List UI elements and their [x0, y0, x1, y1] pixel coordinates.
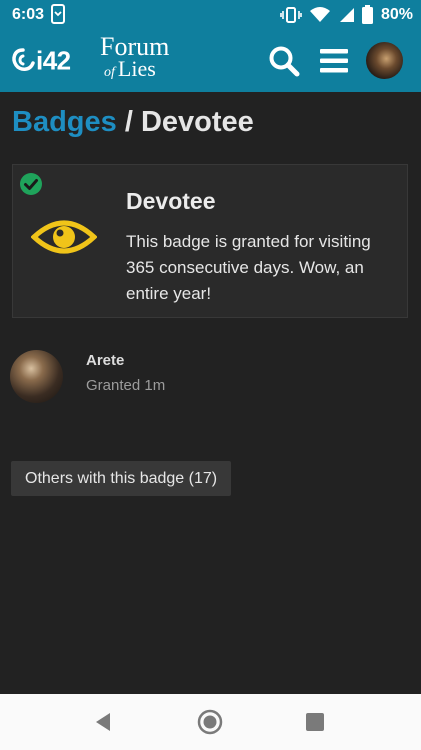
user-avatar[interactable]: [366, 42, 403, 79]
battery-percent: 80%: [380, 5, 413, 23]
screenshot-app-icon: [51, 4, 65, 24]
logo-of-text: of: [104, 65, 115, 80]
granted-username[interactable]: Arete: [86, 352, 124, 369]
battery-icon: [361, 5, 373, 24]
logo-forum-text: Forum: [100, 32, 170, 61]
home-icon[interactable]: [197, 709, 223, 735]
status-icons: 80%: [280, 5, 413, 24]
swirl-icon: [12, 48, 35, 72]
i42-logo-text: i42: [36, 45, 71, 76]
site-header: i42 Forum of Lies: [0, 30, 421, 92]
menu-icon[interactable]: [316, 43, 352, 79]
breadcrumb-separator: /: [124, 106, 133, 138]
page-title: Badges / Devotee: [12, 106, 254, 139]
logo-lies-text: Lies: [117, 56, 156, 81]
recents-icon[interactable]: [306, 713, 324, 731]
signal-icon: [339, 7, 354, 22]
wifi-icon: [309, 6, 330, 22]
badges-link[interactable]: Badges: [12, 106, 117, 138]
forum-of-lies-logo[interactable]: Forum of Lies: [100, 32, 170, 84]
badge-description: This badge is granted for visiting 365 c…: [126, 232, 371, 303]
badge-title: Devotee: [126, 188, 216, 214]
search-icon[interactable]: [266, 43, 302, 79]
granted-time: Granted 1m: [86, 377, 166, 394]
status-bar: 6:03 80%: [0, 0, 421, 30]
i42-logo[interactable]: i42: [10, 44, 71, 77]
granted-user-avatar[interactable]: [10, 350, 63, 403]
status-time: 6:03: [12, 6, 45, 23]
breadcrumb-current: Devotee: [140, 106, 254, 138]
check-icon: [20, 173, 42, 195]
back-icon[interactable]: [94, 712, 112, 732]
others-with-badge-button[interactable]: Others with this badge (17): [11, 461, 232, 496]
vibrate-icon: [280, 6, 302, 23]
badge-card: Devotee This badge is granted for visiti…: [12, 164, 408, 318]
granted-user-row: Arete Granted 1m: [10, 350, 410, 410]
eye-icon: [31, 220, 97, 254]
system-nav-bar: [0, 694, 421, 750]
